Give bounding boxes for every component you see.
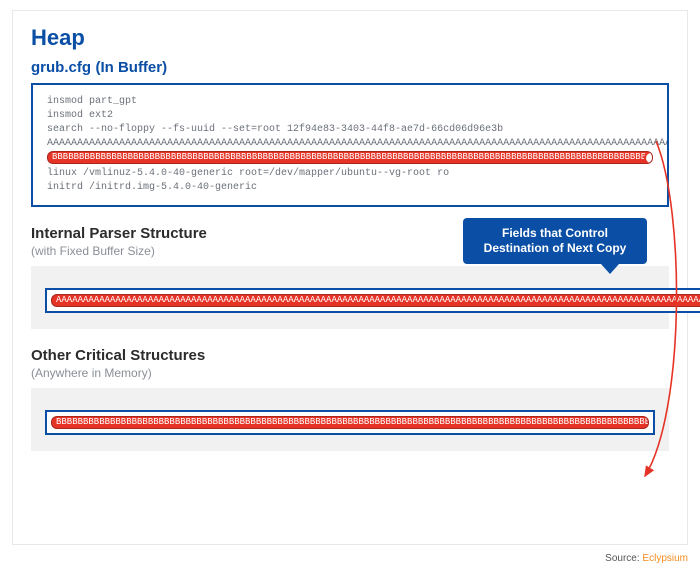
grub-buffer-box: insmod part_gpt insmod ext2 search --no-… <box>31 83 669 207</box>
other-title: Other Critical Structures <box>31 347 669 364</box>
heap-title: Heap <box>31 25 669 51</box>
cfg-line: insmod ext2 <box>47 109 653 123</box>
other-structures-box: BBBBBBBBBBBBBBBBBBBBBBBBBBBBBBBBBBBBBBBB… <box>45 410 655 435</box>
source-line: Source: Eclypsium <box>605 553 688 564</box>
source-link[interactable]: Eclypsium <box>642 553 688 564</box>
cfg-line: linux /vmlinuz-5.4.0-40-generic root=/de… <box>47 167 653 181</box>
callout-bubble: Fields that Control Destination of Next … <box>463 218 647 264</box>
parser-left-bar: AAAAAAAAAAAAAAAAAAAAAAAAAAAAAAAAAAAAAAAA… <box>51 294 700 307</box>
callout-line2: Destination of Next Copy <box>484 241 627 255</box>
grub-title: grub.cfg <box>31 59 91 76</box>
callout-line1: Fields that Control <box>502 226 608 240</box>
source-prefix: Source: <box>605 553 642 564</box>
overflow-dest-bar: BBBBBBBBBBBBBBBBBBBBBBBBBBBBBBBBBBBBBBBB… <box>51 416 649 429</box>
grub-hint: (In Buffer) <box>95 59 167 76</box>
cfg-line: AAAAAAAAAAAAAAAAAAAAAAAAAAAAAAAAAAAAAAAA… <box>47 137 653 151</box>
overflow-source-bar: BBBBBBBBBBBBBBBBBBBBBBBBBBBBBBBBBBBBBBBB… <box>47 151 653 164</box>
cfg-line: insmod part_gpt <box>47 95 653 109</box>
parser-row: AAAAAAAAAAAAAAAAAAAAAAAAAAAAAAAAAAAAAAAA… <box>45 288 655 313</box>
cfg-line: search --no-floppy --fs-uuid --set=root … <box>47 123 653 137</box>
other-sub: (Anywhere in Memory) <box>31 366 669 380</box>
parser-greybox: Fields that Control Destination of Next … <box>31 266 669 329</box>
other-greybox: BBBBBBBBBBBBBBBBBBBBBBBBBBBBBBBBBBBBBBBB… <box>31 388 669 451</box>
cfg-line: initrd /initrd.img-5.4.0-40-generic <box>47 181 653 195</box>
parser-fixed-buffer-box: AAAAAAAAAAAAAAAAAAAAAAAAAAAAAAAAAAAAAAAA… <box>45 288 700 313</box>
diagram-panel: Heap grub.cfg (In Buffer) insmod part_gp… <box>12 10 688 545</box>
grub-header: grub.cfg (In Buffer) <box>31 59 669 77</box>
